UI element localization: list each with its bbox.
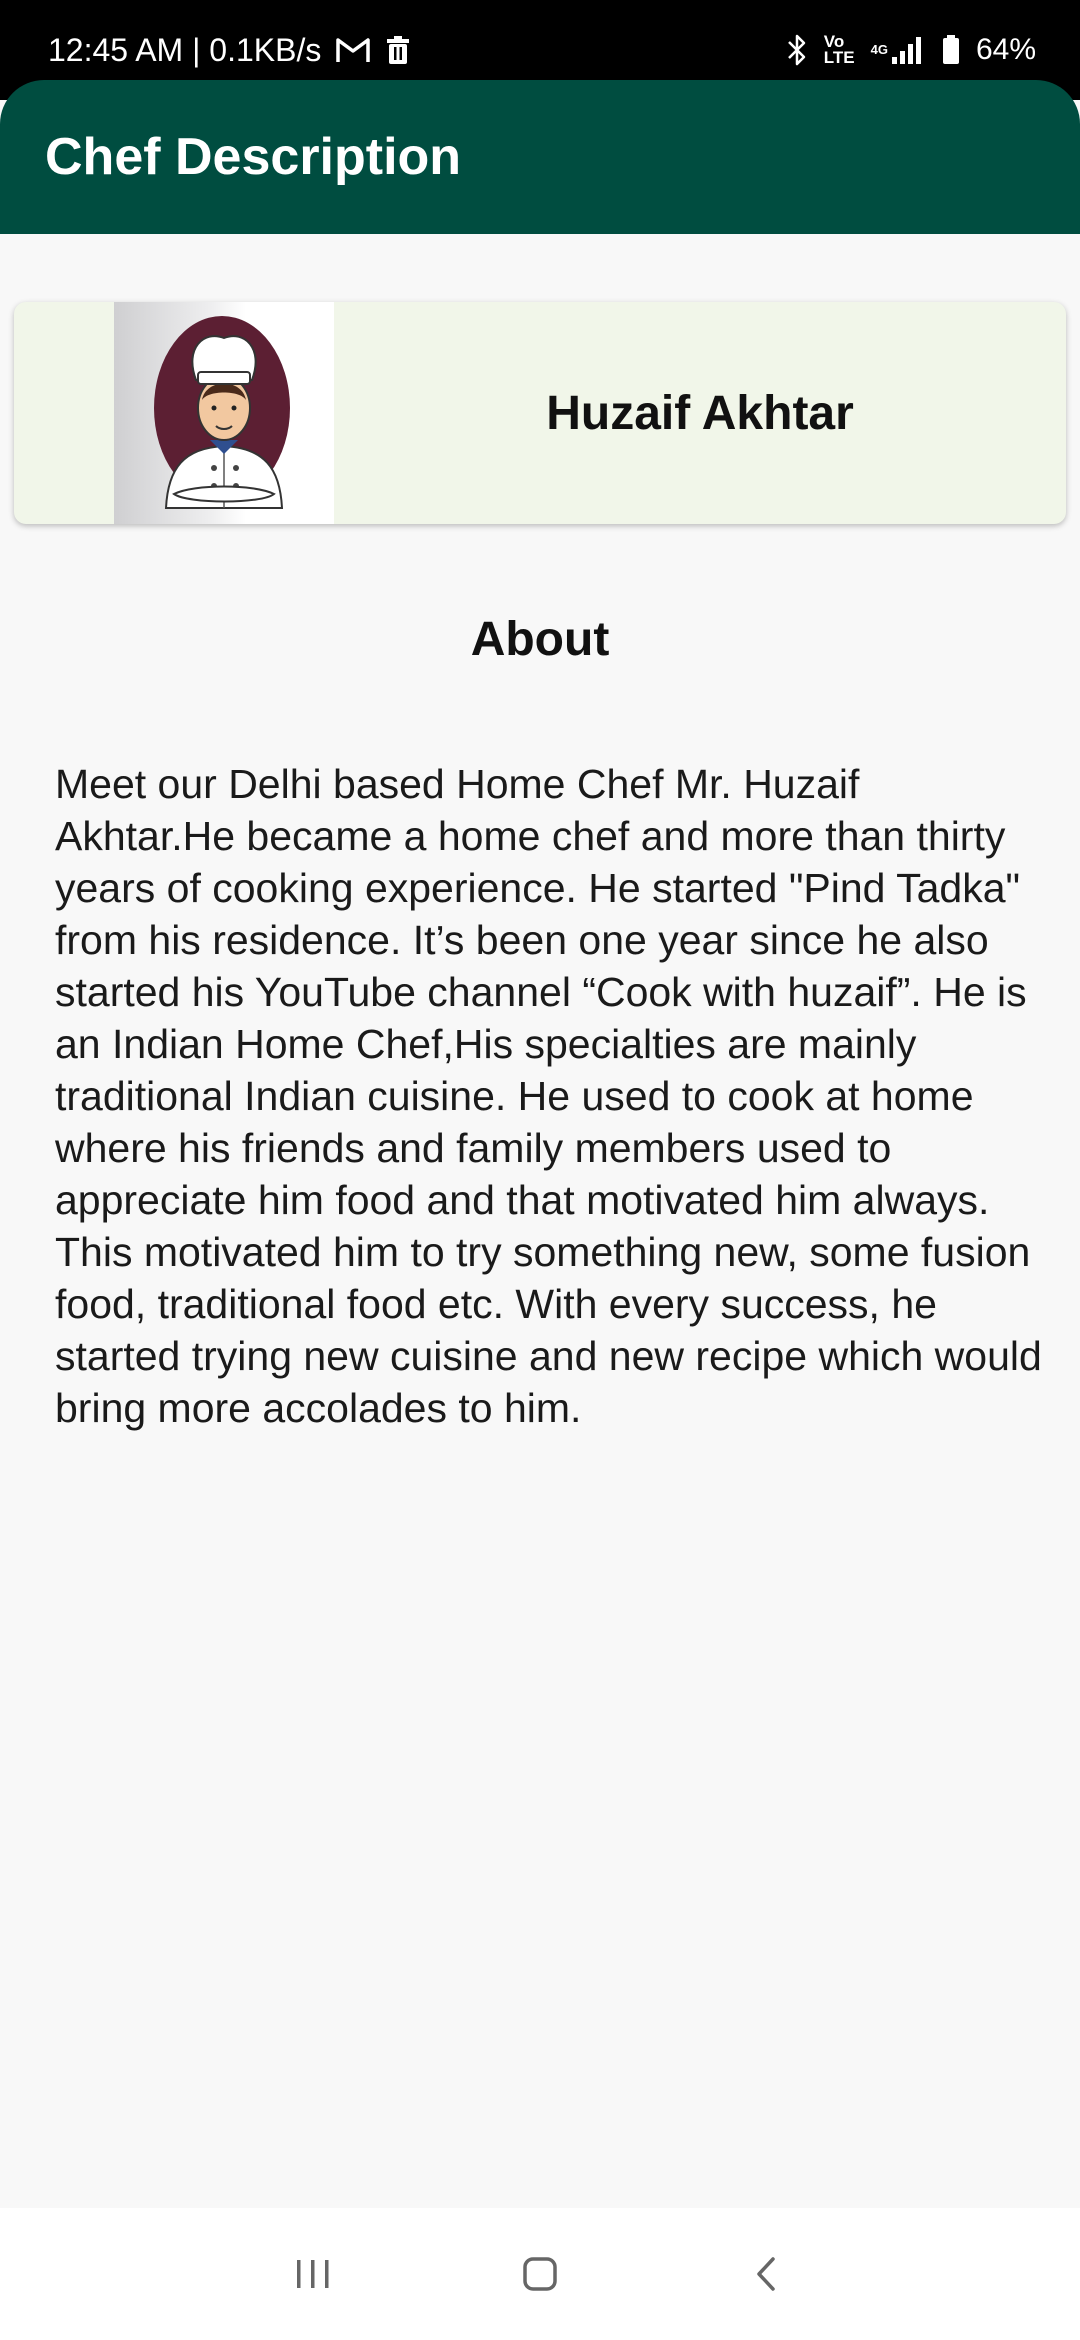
gmail-icon xyxy=(335,36,371,64)
battery-percent: 64% xyxy=(975,33,1036,66)
back-button[interactable] xyxy=(727,2234,807,2314)
signal-icon: 4G xyxy=(871,35,926,65)
about-description: Meet our Delhi based Home Chef Mr. Huzai… xyxy=(55,761,1042,1431)
volte-icon: Vo LTE xyxy=(823,33,855,67)
home-icon xyxy=(523,2257,557,2291)
navigation-bar xyxy=(0,2208,1080,2340)
status-time: 12:45 AM | 0.1KB/s xyxy=(48,31,322,68)
status-left: 12:45 AM | 0.1KB/s xyxy=(48,32,411,69)
chef-avatar xyxy=(114,302,334,524)
volte-bottom-text: LTE xyxy=(823,48,855,67)
network-type: 4G xyxy=(870,41,888,57)
recent-apps-icon xyxy=(297,2260,329,2288)
trash-icon xyxy=(385,35,411,65)
app-bar: Chef Description xyxy=(0,80,1080,234)
back-icon xyxy=(756,2257,775,2291)
chef-card: Huzaif Akhtar xyxy=(14,302,1066,524)
bluetooth-icon xyxy=(786,33,808,67)
status-right: Vo LTE 4G 64% xyxy=(786,33,1036,67)
about-heading: About xyxy=(470,613,610,666)
recent-apps-button[interactable] xyxy=(273,2234,353,2314)
chef-illustration xyxy=(154,316,290,509)
home-button[interactable] xyxy=(500,2234,580,2314)
chef-name: Huzaif Akhtar xyxy=(546,386,854,440)
page-title: Chef Description xyxy=(45,128,462,186)
battery-icon xyxy=(942,35,960,65)
